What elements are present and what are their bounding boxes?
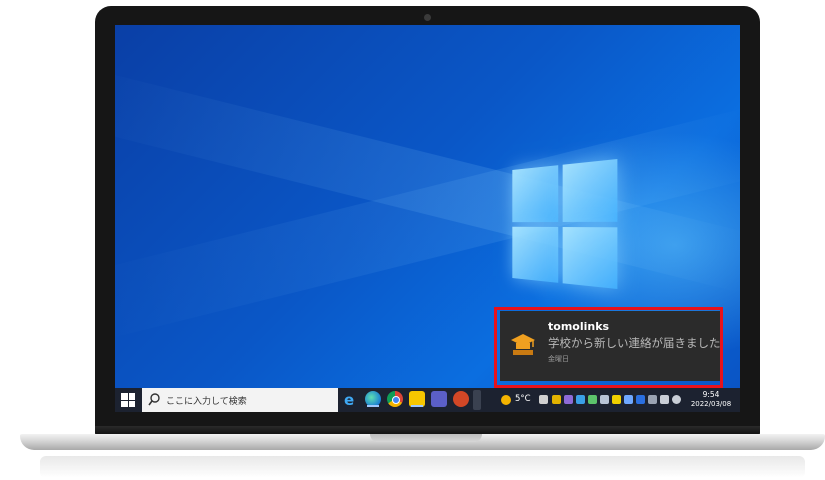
tray-icon[interactable]	[552, 395, 561, 404]
webcam	[424, 14, 431, 21]
internet-explorer-icon[interactable]: e	[343, 391, 359, 407]
edge-icon[interactable]	[365, 391, 381, 407]
active-indicator	[367, 405, 379, 407]
active-indicator	[411, 405, 423, 407]
search-icon	[148, 393, 160, 406]
sticky-notes-icon[interactable]	[409, 391, 425, 407]
teams-icon[interactable]	[431, 391, 447, 407]
clock-time[interactable]: 9:54	[690, 390, 732, 399]
powerpoint-icon[interactable]	[453, 391, 469, 407]
weather-sun-icon[interactable]	[501, 395, 511, 405]
clock-date[interactable]: 2022/03/08	[690, 400, 732, 408]
taskbar: ここに入力して検索 e 5°C 9:54 2022/03/08	[115, 388, 740, 412]
search-placeholder: ここに入力して検索	[166, 394, 247, 407]
tray-icon[interactable]	[600, 395, 609, 404]
laptop-reflection	[40, 456, 805, 478]
tray-icon[interactable]	[624, 395, 633, 404]
weather-temperature[interactable]: 5°C	[515, 394, 531, 404]
tray-icon[interactable]	[588, 395, 597, 404]
search-box[interactable]: ここに入力して検索	[142, 388, 338, 412]
tray-icon[interactable]	[539, 395, 548, 404]
svg-text:e: e	[344, 391, 354, 407]
tray-icon[interactable]	[612, 395, 621, 404]
pen-icon[interactable]	[648, 395, 657, 404]
windows-logo-wallpaper	[512, 159, 617, 289]
tray-icon[interactable]	[564, 395, 573, 404]
bluetooth-icon[interactable]	[636, 395, 645, 404]
tray-icon[interactable]	[576, 395, 585, 404]
network-icon[interactable]	[672, 395, 681, 404]
chrome-icon[interactable]	[387, 391, 403, 407]
start-button[interactable]	[121, 393, 135, 407]
show-hidden-icons-chevron-icon[interactable]	[473, 390, 481, 410]
notification-highlight-box	[494, 307, 723, 388]
volume-icon[interactable]	[660, 395, 669, 404]
laptop-hinge-notch	[370, 434, 482, 442]
